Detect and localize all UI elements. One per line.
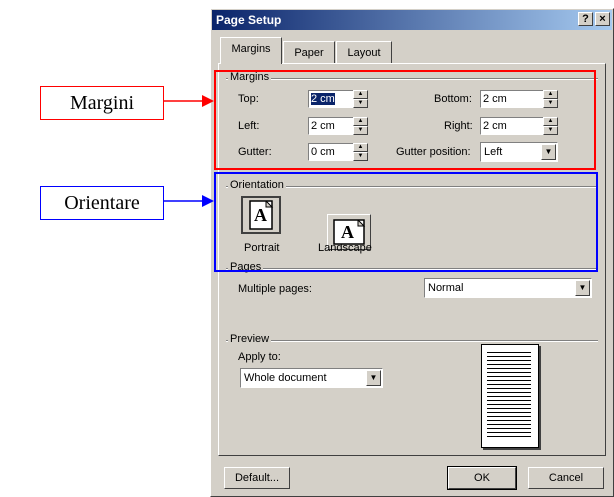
ok-button[interactable]: OK: [447, 466, 517, 490]
multiple-pages-label: Multiple pages:: [238, 283, 312, 295]
preview-group-label: Preview: [228, 333, 272, 345]
annotation-orientation-arrow: [164, 194, 214, 211]
default-button[interactable]: Default...: [224, 467, 290, 489]
annotation-orientation-label: Orientare: [40, 186, 164, 220]
apply-to-select[interactable]: Whole document ▼: [240, 368, 383, 388]
cancel-button[interactable]: Cancel: [528, 467, 604, 489]
apply-to-label: Apply to:: [238, 351, 281, 363]
chevron-down-icon[interactable]: ▼: [575, 280, 590, 296]
annotation-margins-label: Margini: [40, 86, 164, 120]
tab-paper[interactable]: Paper: [283, 41, 335, 63]
multiple-pages-value: Normal: [428, 282, 464, 294]
apply-to-value: Whole document: [244, 372, 327, 384]
tab-layout[interactable]: Layout: [336, 41, 392, 63]
window-title: Page Setup: [216, 13, 282, 27]
multiple-pages-select[interactable]: Normal ▼: [424, 278, 592, 298]
annotation-margins-arrow: [164, 94, 214, 111]
chevron-down-icon[interactable]: ▼: [366, 370, 381, 386]
orientation-highlight-box: [214, 172, 598, 272]
tab-margins[interactable]: Margins: [220, 37, 282, 64]
preview-page: [481, 344, 539, 448]
title-bar[interactable]: Page Setup ? ×: [212, 10, 612, 30]
close-button[interactable]: ×: [595, 12, 610, 26]
preview-group-line: [226, 340, 598, 342]
margins-highlight-box: [214, 70, 596, 170]
help-button[interactable]: ?: [578, 12, 593, 26]
